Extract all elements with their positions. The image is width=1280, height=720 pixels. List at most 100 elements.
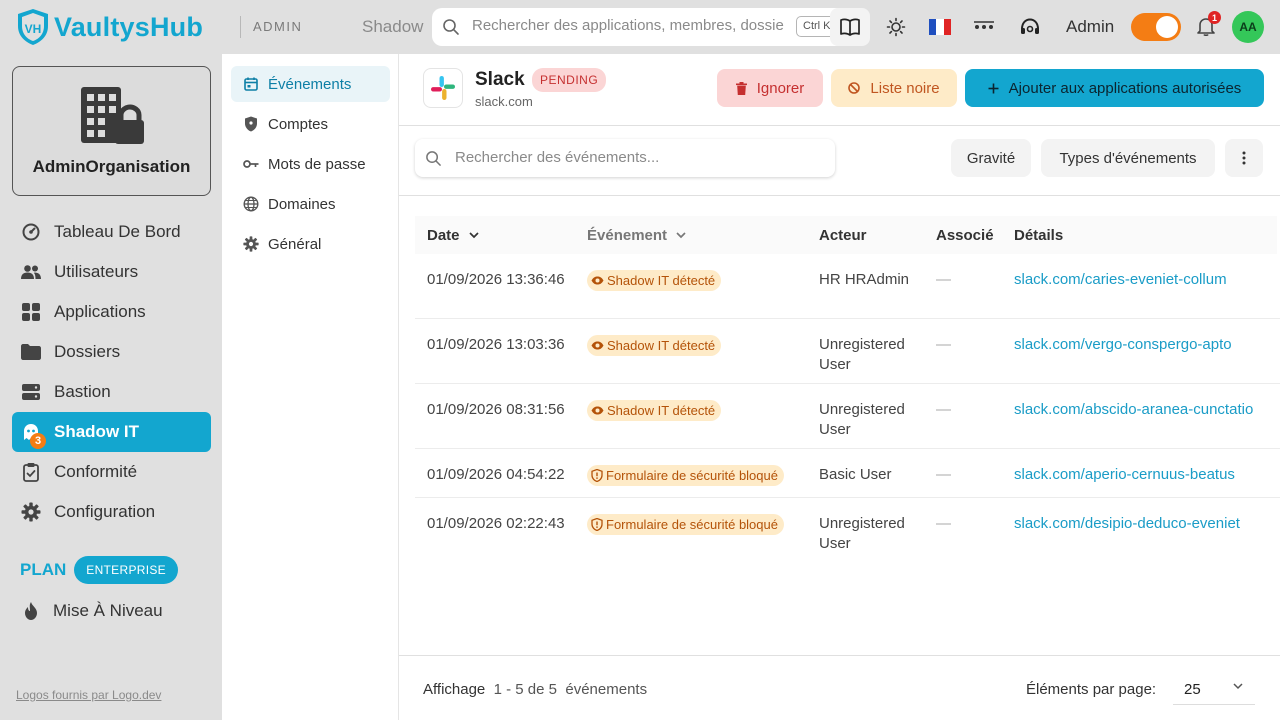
table-row[interactable]: 01/09/2026 13:03:36 Shadow IT détecté Un… [415,319,1280,384]
events-table-body: 01/09/2026 13:36:46 Shadow IT détecté HR… [415,254,1280,563]
upgrade-link[interactable]: Mise À Niveau [21,601,163,621]
trash-icon [735,81,747,95]
authorize-app-button[interactable]: Ajouter aux applications autorisées [965,69,1264,107]
nav-label: Applications [54,302,146,321]
event-date: 01/09/2026 13:03:36 [427,336,565,353]
chevron-down-icon [1233,683,1243,690]
showing-range: 1 - 5 de 5 [493,681,558,698]
ignore-button[interactable]: Ignorer [717,69,823,107]
subnav-events[interactable]: Événements [231,66,390,102]
more-options-button[interactable] [1225,139,1263,177]
nav-applications[interactable]: Applications [12,292,211,332]
globe-icon [243,196,259,212]
event-tag: Shadow IT détecté [587,400,722,421]
event-search-input[interactable] [455,149,815,166]
subnav-label: Mots de passe [268,155,366,173]
event-label: Shadow IT détecté [607,338,716,353]
subnav-domains[interactable]: Domaines [231,186,390,222]
event-date: 01/09/2026 02:22:43 [427,515,565,532]
app-domain: slack.com [475,94,533,109]
event-type: Formulaire de sécurité bloqué [587,514,784,535]
event-associated: — [936,515,951,532]
event-types-filter-button[interactable]: Types d'événements [1041,139,1215,177]
event-detail-link[interactable]: slack.com/aperio-cernuus-beatus [1014,466,1235,483]
key-icon [243,156,259,172]
eye-icon [591,276,604,285]
gear-icon [243,236,259,252]
sidebar: AdminOrganisation Tableau De Bord Utilis… [0,54,222,720]
nav-dashboard[interactable]: Tableau De Bord [12,212,211,252]
organization-card[interactable]: AdminOrganisation [12,66,211,196]
docs-button[interactable] [830,8,870,46]
column-details: Détails [1014,227,1064,244]
event-detail-link[interactable]: slack.com/abscido-aranea-cunctatio [1014,401,1253,418]
admin-mode-toggle[interactable] [1131,13,1181,41]
nav-configuration[interactable]: Configuration [12,492,211,532]
global-search[interactable]: Ctrl K [432,8,870,46]
table-row[interactable]: 01/09/2026 13:36:46 Shadow IT détecté HR… [415,254,1280,319]
password-icon [974,21,994,29]
event-detail-link[interactable]: slack.com/desipio-deduco-eveniet [1014,515,1240,532]
brand-logo[interactable]: VH VaultysHub [16,8,203,46]
global-search-input[interactable] [472,17,784,34]
app-header: Slack PENDING slack.com Ignorer Liste no… [399,54,1280,126]
column-label: Événement [587,227,668,244]
nav-compliance[interactable]: Conformité [12,452,211,492]
organization-name: AdminOrganisation [32,157,191,176]
nav-label: Utilisateurs [54,262,139,281]
main-content: Slack PENDING slack.com Ignorer Liste no… [399,54,1280,720]
event-associated: — [936,401,951,418]
password-generator-button[interactable] [972,15,996,39]
slack-logo-icon [431,76,455,100]
nav-shadow-it[interactable]: 3 Shadow IT [12,412,211,452]
column-event[interactable]: Événement [587,227,686,244]
plan-label: PLAN [20,560,67,579]
table-row[interactable]: 01/09/2026 04:54:22 Formulaire de sécuri… [415,449,1280,498]
chevron-down-icon [676,232,686,239]
subnav-general[interactable]: Général [231,226,390,262]
table-footer: Affichage 1 - 5 de 5 événements Éléments… [399,655,1280,720]
logo-credit-link[interactable]: Logos fournis par Logo.dev [16,688,161,702]
subnav-accounts[interactable]: Comptes [231,106,390,142]
blacklist-button[interactable]: Liste noire [831,69,957,107]
event-label: Shadow IT détecté [607,273,716,288]
plan-badge[interactable]: ENTERPRISE [74,556,178,584]
block-icon [848,82,861,94]
nav-label: Dossiers [54,342,121,361]
shadow-it-count-badge: 3 [30,433,46,449]
event-search[interactable] [415,139,835,177]
event-date: 01/09/2026 04:54:22 [427,466,565,483]
nav-label: Conformité [54,462,138,481]
nav-label: Shadow IT [54,422,139,441]
support-icon [1021,18,1039,34]
flag-fr-icon[interactable] [929,19,951,35]
event-associated: — [936,336,951,353]
plus-icon [988,83,999,94]
vault-shield-icon: VH [18,9,48,45]
nav-bastion[interactable]: Bastion [12,372,211,412]
nav-folders[interactable]: Dossiers [12,332,211,372]
brand-name: VaultysHub [54,11,204,42]
avatar[interactable]: AA [1232,11,1264,43]
event-actor: HR HRAdmin [819,271,910,288]
per-page-select[interactable]: 25 [1173,673,1255,705]
theme-toggle[interactable] [884,15,908,39]
nav-users[interactable]: Utilisateurs [12,252,211,292]
shield-alert-icon [591,469,603,482]
event-detail-link[interactable]: slack.com/vergo-conspergo-apto [1014,336,1232,353]
breadcrumb: Shadow [362,17,424,36]
event-type: Shadow IT détecté [587,400,722,421]
event-detail-link[interactable]: slack.com/caries-eveniet-collum [1014,271,1227,288]
table-row[interactable]: 01/09/2026 08:31:56 Shadow IT détecté Un… [415,384,1280,449]
table-row[interactable]: 01/09/2026 02:22:43 Formulaire de sécuri… [415,498,1280,563]
column-date[interactable]: Date [427,227,479,244]
sun-icon [886,17,906,37]
plan-indicator: PLAN ENTERPRISE [20,556,178,584]
apps-icon [21,302,41,322]
support-button[interactable] [1018,15,1042,39]
main-nav: Tableau De Bord Utilisateurs Application… [12,212,211,532]
severity-filter-button[interactable]: Gravité [951,139,1031,177]
filter-bar: Gravité Types d'événements [399,126,1280,196]
subnav-passwords[interactable]: Mots de passe [231,146,390,182]
gear-icon [21,502,41,522]
